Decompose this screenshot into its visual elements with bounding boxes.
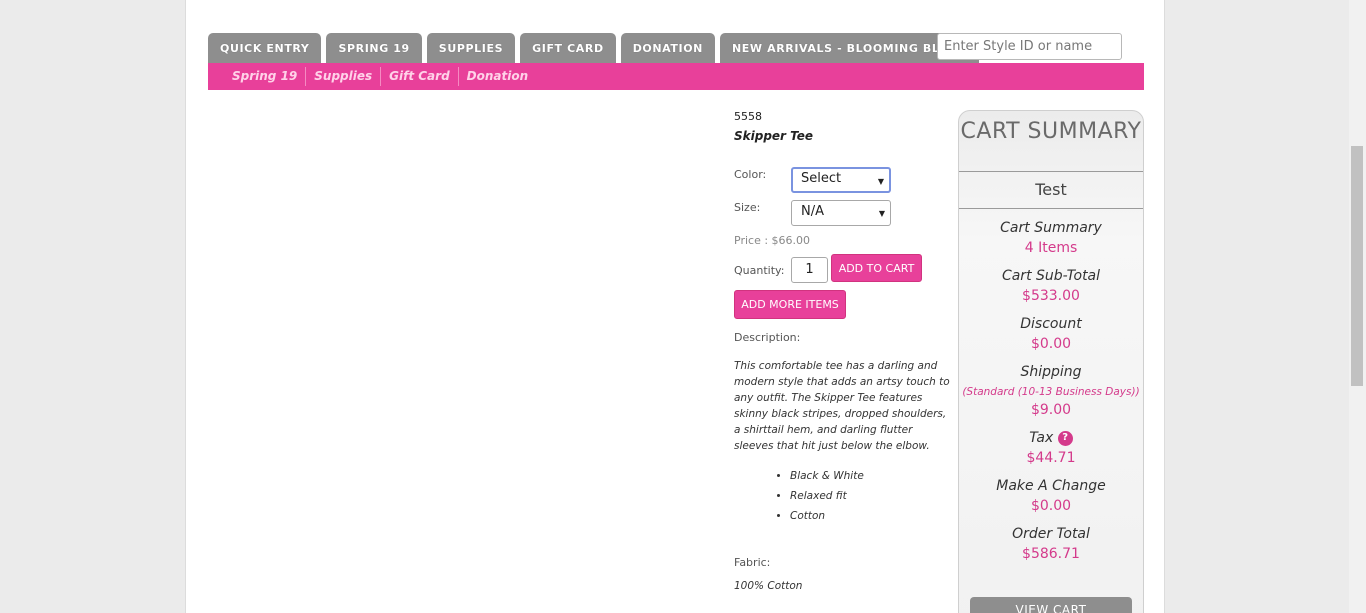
subnav-item-supplies[interactable]: Supplies <box>306 67 382 86</box>
tax-row: Tax ? <box>959 429 1143 447</box>
page-scrollbar[interactable] <box>1349 0 1366 613</box>
chevron-down-icon: ▼ <box>877 177 884 186</box>
style-search-input[interactable] <box>937 33 1122 60</box>
subnav-item-donation[interactable]: Donation <box>459 67 536 86</box>
discount-label: Discount <box>1020 316 1082 332</box>
cart-change-block: Make A Change $0.00 <box>959 477 1143 516</box>
cart-discount-block: Discount $0.00 <box>959 315 1143 354</box>
color-label: Color: <box>734 168 767 181</box>
cart-total-block: Order Total $586.71 <box>959 525 1143 564</box>
cart-summary-title: CART SUMMARY <box>959 111 1143 172</box>
view-cart-button[interactable]: VIEW CART <box>970 597 1132 613</box>
quantity-input[interactable]: 1 <box>791 257 828 283</box>
make-a-change-value: $0.00 <box>1030 498 1072 514</box>
description-label: Description: <box>734 331 801 344</box>
order-total-value: $586.71 <box>1022 546 1080 562</box>
page-container: QUICK ENTRY SPRING 19 SUPPLIES GIFT CARD… <box>185 0 1165 613</box>
size-select-value: N/A <box>801 204 824 219</box>
help-icon[interactable]: ? <box>1057 430 1073 446</box>
discount-value: $0.00 <box>1030 336 1072 352</box>
tab-supplies[interactable]: SUPPLIES <box>426 33 516 63</box>
shipping-method: (Standard (10-13 Business Days)) <box>962 386 1140 398</box>
add-more-items-button[interactable]: ADD MORE ITEMS <box>734 290 846 319</box>
cart-shipping-block: Shipping (Standard (10-13 Business Days)… <box>959 363 1143 420</box>
main-tabs: QUICK ENTRY SPRING 19 SUPPLIES GIFT CARD… <box>208 33 984 63</box>
fabric-value: 100% Cotton <box>734 580 803 592</box>
add-to-cart-button[interactable]: ADD TO CART <box>831 254 922 282</box>
color-select[interactable]: Select ▼ <box>791 167 891 193</box>
cart-tax-block: Tax ? $44.71 <box>959 429 1143 468</box>
color-select-value: Select <box>801 171 842 186</box>
feature-list: Black & White Relaxed fit Cotton <box>774 466 864 526</box>
list-item: Cotton <box>790 506 864 526</box>
cart-user-name: Test <box>959 172 1143 209</box>
cart-items-count: 4 Items <box>1024 240 1078 256</box>
style-id: 5558 <box>734 110 762 123</box>
description-text: This comfortable tee has a darling and m… <box>734 360 950 452</box>
list-item: Black & White <box>790 466 864 486</box>
cart-subtotal-block: Cart Sub-Total $533.00 <box>959 267 1143 306</box>
tab-spring-19[interactable]: SPRING 19 <box>326 33 422 63</box>
subnav-item-gift-card[interactable]: Gift Card <box>381 67 459 86</box>
fabric-label: Fabric: <box>734 556 771 569</box>
subtotal-label: Cart Sub-Total <box>1001 268 1101 284</box>
tax-value: $44.71 <box>1026 450 1076 466</box>
shipping-label: Shipping <box>1020 364 1082 380</box>
size-select[interactable]: N/A ▼ <box>791 200 891 226</box>
subtotal-value: $533.00 <box>1022 288 1080 304</box>
list-item: Relaxed fit <box>790 486 864 506</box>
cart-summary-label: Cart Summary <box>1000 220 1102 236</box>
quantity-label: Quantity: <box>734 264 785 277</box>
subnav-item-spring-19[interactable]: Spring 19 <box>224 67 307 86</box>
product-name: Skipper Tee <box>734 129 814 143</box>
chevron-down-icon: ▼ <box>878 209 885 218</box>
order-total-label: Order Total <box>1012 526 1090 542</box>
product-detail: 5558 Skipper Tee Color: Select ▼ Size: N… <box>734 110 954 592</box>
shipping-value: $9.00 <box>1030 402 1072 418</box>
size-label: Size: <box>734 201 761 214</box>
tax-label: Tax <box>1029 430 1054 446</box>
scrollbar-thumb[interactable] <box>1351 146 1363 386</box>
tab-gift-card[interactable]: GIFT CARD <box>520 33 616 63</box>
cart-items-block: Cart Summary 4 Items <box>959 219 1143 258</box>
tab-donation[interactable]: DONATION <box>620 33 715 63</box>
cart-summary-panel: CART SUMMARY Test Cart Summary 4 Items C… <box>958 110 1144 613</box>
tab-quick-entry[interactable]: QUICK ENTRY <box>208 33 322 63</box>
make-a-change-label: Make A Change <box>996 478 1106 494</box>
product-price: Price : $66.00 <box>734 234 811 247</box>
sub-navigation: Spring 19 Supplies Gift Card Donation <box>208 63 1144 90</box>
